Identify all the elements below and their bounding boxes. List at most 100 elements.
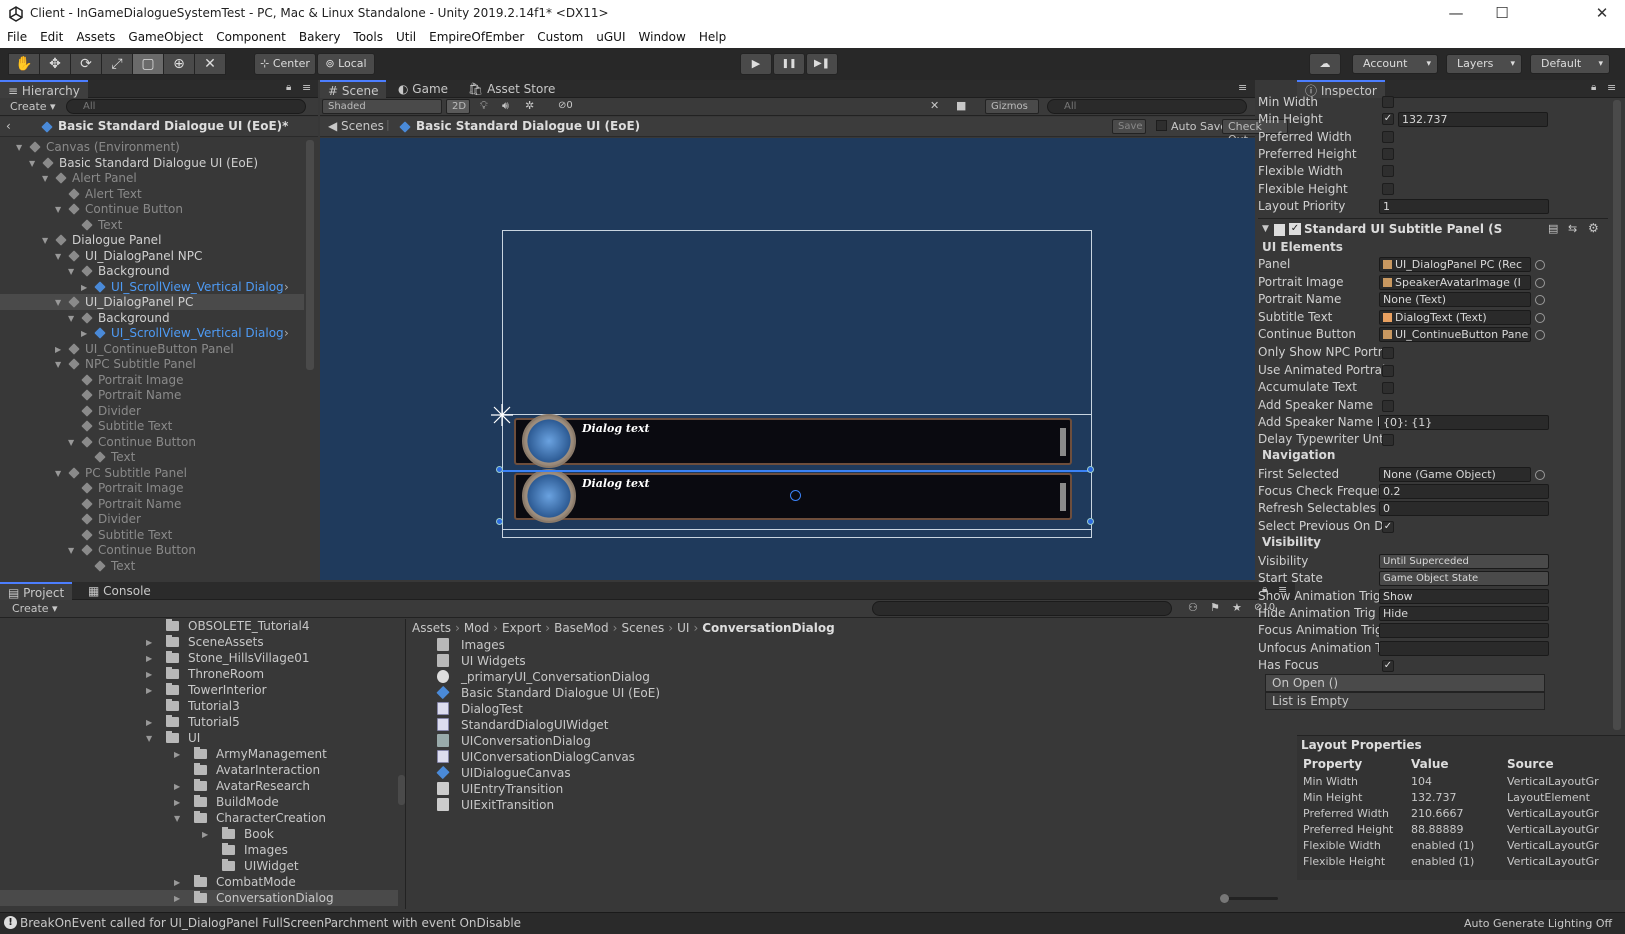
menu-window[interactable]: Window [632,28,692,44]
collapsed-arrow-icon[interactable]: ▶ [202,827,208,843]
expanded-arrow-icon[interactable]: ▼ [42,171,48,187]
transform-tool-icon[interactable]: ⤢ [101,53,133,75]
tab-game[interactable]: ◐ Game [390,80,456,98]
tab-console[interactable]: ▦ Console [80,582,159,600]
open-prefab-arrow-icon[interactable]: › [284,325,289,341]
object-picker-icon[interactable] [1535,470,1545,480]
transform-tool-icon[interactable]: ⊕ [163,53,195,75]
component-enabled-checkbox[interactable]: ✓ [1289,223,1301,235]
layers-dropdown[interactable]: Layers [1446,54,1522,74]
rect-handle[interactable] [1087,518,1094,525]
toggle-checkbox[interactable] [1382,364,1394,377]
expanded-arrow-icon[interactable]: ▼ [68,543,74,559]
refresh-selectables-field[interactable]: 0 [1379,501,1549,516]
transform-tool-icon[interactable]: ✋ [8,53,40,75]
panel-menu-icon[interactable]: ≡ [1607,81,1616,94]
filter-label-icon[interactable]: ⚑ [1210,601,1220,614]
rect-handle[interactable] [496,518,503,525]
menu-util[interactable]: Util [389,28,422,44]
path-segment[interactable]: ConversationDialog [702,621,834,635]
object-picker-icon[interactable] [1535,330,1545,340]
pivot-center-button[interactable]: ⊹ Center [254,53,316,75]
object-picker-icon[interactable] [1535,260,1545,270]
project-create-button[interactable]: Create ▾ [12,602,58,615]
enable-checkbox[interactable] [1382,165,1394,178]
expanded-arrow-icon[interactable]: ▼ [55,466,61,482]
play-button[interactable]: ▶ [740,53,772,75]
toggle-checkbox[interactable] [1382,382,1394,394]
tab-hierarchy[interactable]: ≡ Hierarchy [0,80,88,98]
gizmos-dropdown[interactable]: Gizmos [985,99,1039,114]
menu-gameobject[interactable]: GameObject [121,28,209,44]
lighting-icon[interactable]: 💡︎ [480,99,488,113]
camera-icon[interactable]: ■ [956,99,966,112]
fold-arrow-icon[interactable]: ▼ [1262,224,1269,234]
shading-dropdown[interactable]: Shaded [322,99,442,114]
inspector-scrollbar[interactable] [1613,100,1621,730]
object-picker-icon[interactable] [1535,312,1545,323]
open-prefab-arrow-icon[interactable]: › [284,279,289,295]
focus-anim-trigger-field[interactable] [1379,623,1549,638]
icon-size-slider[interactable] [1220,894,1278,903]
expanded-arrow-icon[interactable]: ▼ [55,249,61,265]
favorite-star-icon[interactable]: ★ [1232,601,1242,614]
save-button[interactable]: Save [1112,119,1146,134]
transform-tool-icon[interactable]: ✕ [194,53,226,75]
expanded-arrow-icon[interactable]: ▼ [16,140,22,156]
expanded-arrow-icon[interactable]: ▼ [29,156,35,172]
maximize-button[interactable]: ☐ [1479,0,1525,28]
visibility-dropdown[interactable]: Until Superceded [1379,554,1549,569]
menu-file[interactable]: File [0,28,33,44]
hidden-objects-counter[interactable]: ⊘0 [558,100,573,111]
enable-checkbox[interactable] [1382,147,1394,160]
scene-search-input[interactable]: All [1047,99,1247,114]
menu-ugui[interactable]: uGUI [589,28,631,44]
layout-dropdown[interactable]: Default [1530,54,1610,74]
show-anim-trigger-field[interactable]: Show [1379,589,1549,604]
help-book-icon[interactable]: ▤ [1548,222,1558,235]
expanded-arrow-icon[interactable]: ▼ [68,264,74,280]
transform-tool-icon[interactable]: ⟳ [70,53,102,75]
back-arrow-icon[interactable]: ‹ [6,119,11,133]
pivot-gizmo-icon[interactable] [490,403,514,427]
pause-button[interactable]: ❚❚ [773,53,805,75]
expanded-arrow-icon[interactable]: ▼ [146,731,152,747]
filter-type-icon[interactable]: ⚇ [1188,601,1198,614]
cloud-icon[interactable]: ☁ [1309,53,1341,75]
object-picker-icon[interactable] [1535,295,1545,305]
toggle-checkbox[interactable] [1382,434,1394,446]
project-search-input[interactable] [872,601,1172,616]
expanded-arrow-icon[interactable]: ▼ [68,311,74,327]
enable-checkbox[interactable] [1382,130,1394,143]
collapsed-arrow-icon[interactable]: ▶ [174,891,180,907]
start-state-dropdown[interactable]: Game Object State [1379,571,1549,586]
collapsed-arrow-icon[interactable]: ▶ [146,635,152,651]
expanded-arrow-icon[interactable]: ▼ [55,295,61,311]
path-segment[interactable]: Export [502,621,541,635]
toggle-checkbox[interactable] [1382,347,1394,359]
focus-check-field[interactable]: 0.2 [1379,484,1549,499]
menu-edit[interactable]: Edit [33,28,69,44]
path-segment[interactable]: UI [677,621,689,635]
enable-checkbox[interactable] [1382,182,1394,195]
path-segment[interactable]: BaseMod [554,621,609,635]
hide-anim-trigger-field[interactable]: Hide [1379,606,1549,621]
object-reference-field[interactable]: UI_DialogPanel PC (Rec [1379,257,1531,272]
collapsed-arrow-icon[interactable]: ▶ [146,715,152,731]
toggle-checkbox[interactable]: ✓ [1382,521,1394,533]
expanded-arrow-icon[interactable]: ▼ [68,435,74,451]
collapsed-arrow-icon[interactable]: ▶ [55,342,61,358]
object-reference-field[interactable]: None (Text) [1379,292,1531,307]
collapsed-arrow-icon[interactable]: ▶ [146,683,152,699]
toggle-checkbox[interactable] [1382,399,1394,412]
collapsed-arrow-icon[interactable]: ▶ [174,875,180,891]
close-button[interactable]: ✕ [1579,0,1625,28]
transform-tool-icon[interactable]: ▢ [132,53,164,75]
panel-menu-icon[interactable]: ≡ [302,81,311,94]
expanded-arrow-icon[interactable]: ▼ [55,202,61,218]
toggle-checkbox[interactable]: ✓ [1382,660,1394,672]
hierarchy-scrollbar[interactable] [306,140,314,370]
collapsed-arrow-icon[interactable]: ▶ [146,651,152,667]
enable-checkbox[interactable]: ✓ [1382,113,1394,126]
scenes-breadcrumb[interactable]: ◀ Scenes [328,119,384,133]
